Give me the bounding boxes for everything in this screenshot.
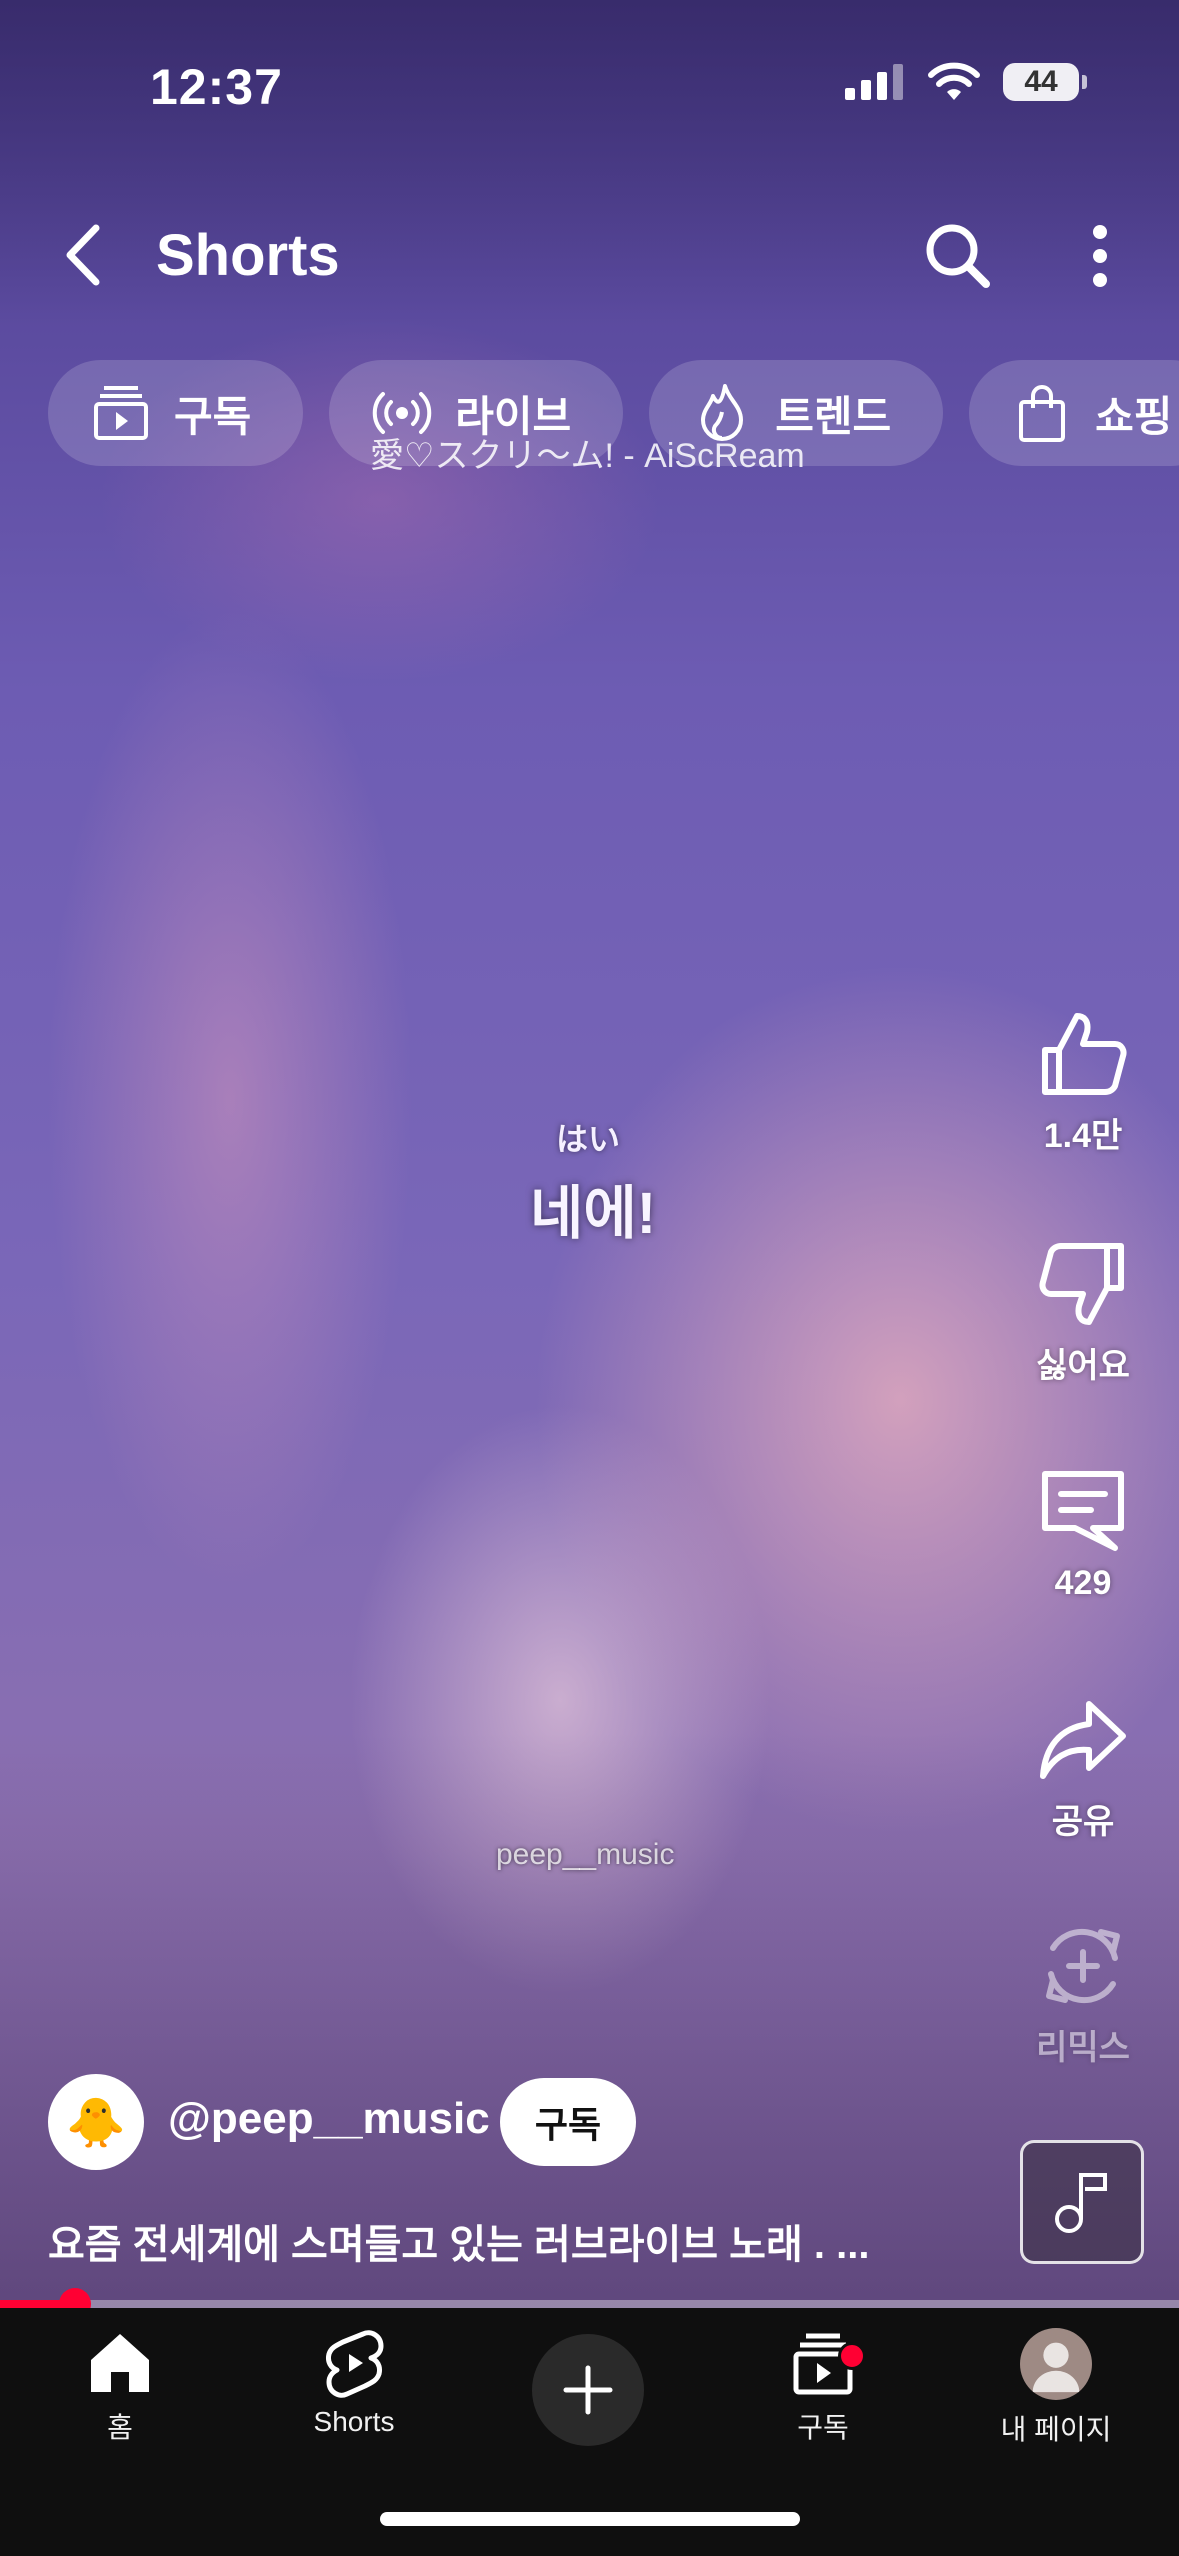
wifi-icon [928, 62, 980, 100]
share-arrow-icon [1040, 1701, 1126, 1779]
search-icon[interactable] [920, 218, 996, 294]
comment-count: 429 [1054, 1564, 1112, 1602]
comments-button[interactable]: 429 [1020, 1462, 1146, 1603]
nav-my-page[interactable]: 내 페이지 [966, 2328, 1146, 2448]
status-icons: 44 [845, 62, 1087, 102]
chip-label: 쇼핑 [1095, 392, 1173, 440]
create-button[interactable] [532, 2334, 644, 2446]
progress-bar[interactable] [0, 2288, 1179, 2320]
home-indicator [380, 2512, 800, 2526]
header: Shorts [0, 200, 1179, 310]
battery-level: 44 [1024, 65, 1058, 98]
song-credit-overlay: 愛♡スクリ〜ム! - AiScReam [370, 437, 805, 475]
more-vert-icon[interactable] [1080, 218, 1120, 294]
chip-shopping[interactable]: 쇼핑 [969, 360, 1179, 466]
share-button[interactable]: 공유 [1020, 1692, 1146, 1843]
like-count: 1.4만 [1043, 1117, 1123, 1155]
sound-button[interactable] [1020, 2140, 1144, 2264]
channel-avatar[interactable]: 🐥 [48, 2074, 144, 2170]
channel-handle[interactable]: @peep__music [168, 2094, 490, 2144]
chip-subscriptions[interactable]: 구독 [48, 360, 304, 466]
dislike-label: 싫어요 [1036, 1347, 1130, 1385]
remix-label: 리믹스 [1036, 2029, 1130, 2067]
nav-my-page-label: 내 페이지 [1000, 2414, 1112, 2445]
page-title: Shorts [156, 223, 340, 288]
remix-icon [1046, 1928, 1120, 2004]
nav-subscriptions[interactable]: 구독 [733, 2328, 913, 2446]
thumbs-down-icon [1039, 1243, 1124, 1325]
share-label: 공유 [1051, 1803, 1115, 1841]
nav-home-label: 홈 [107, 2412, 133, 2443]
remix-button[interactable]: 리믹스 [1020, 1918, 1146, 2069]
chip-label: 구독 [174, 392, 252, 440]
shorts-icon [326, 2330, 384, 2398]
nav-subscriptions-label: 구독 [797, 2412, 849, 2443]
home-icon [91, 2334, 149, 2392]
caption-main: 네에! [530, 1181, 657, 1246]
caption-furigana: はい [556, 1121, 621, 1157]
subscriptions-icon [94, 386, 148, 440]
video-description[interactable]: 요즘 전세계에 스며들고 있는 러브라이브 노래 . ... [48, 2212, 998, 2270]
plus-icon [563, 2365, 613, 2415]
nav-home[interactable]: 홈 [30, 2328, 210, 2446]
channel-avatar-emoji: 🐥 [66, 2096, 126, 2150]
battery-indicator: 44 [1003, 63, 1087, 101]
cellular-signal-icon [845, 64, 903, 100]
nav-shorts[interactable]: Shorts [264, 2328, 444, 2438]
notification-dot [838, 2342, 866, 2370]
status-time: 12:37 [150, 59, 283, 115]
nav-shorts-label: Shorts [313, 2406, 395, 2437]
shopping-bag-icon [1019, 385, 1066, 442]
thumbs-up-icon [1042, 1013, 1127, 1095]
subscribe-button[interactable]: 구독 [500, 2078, 636, 2166]
user-avatar-icon [1032, 2342, 1080, 2393]
back-arrow-icon[interactable] [50, 220, 120, 290]
like-button[interactable]: 1.4만 [1020, 1006, 1146, 1157]
avatar [1020, 2328, 1092, 2400]
music-note-icon [1055, 2173, 1107, 2233]
video-watermark: peep__music [496, 1838, 675, 1871]
dislike-button[interactable]: 싫어요 [1020, 1236, 1146, 1387]
comment-icon [1042, 1471, 1124, 1551]
